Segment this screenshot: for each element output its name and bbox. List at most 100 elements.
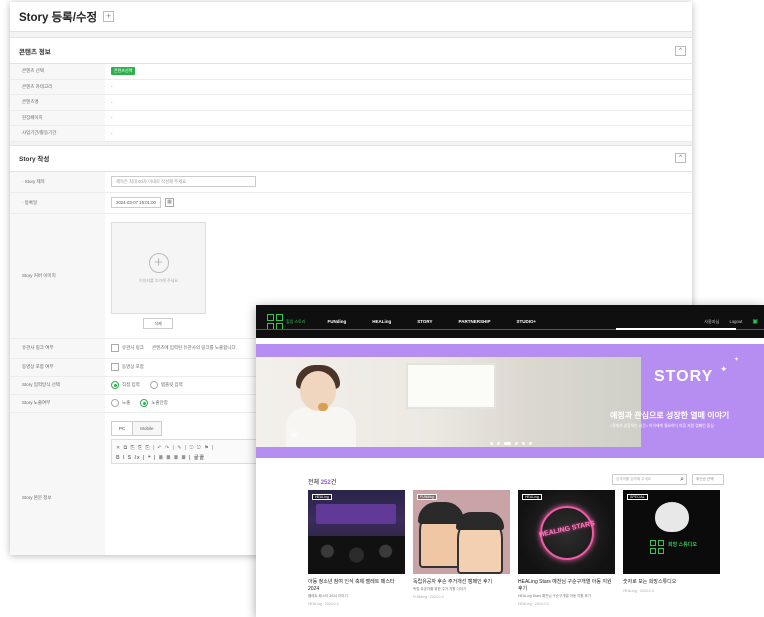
row-label: 동영상 포함 여부: [10, 358, 105, 376]
radio-label: 노출안함: [151, 400, 168, 405]
count-suffix: 건: [330, 480, 337, 486]
card-meta: HEALing · 2024.0.3: [623, 589, 654, 593]
story-card[interactable]: 희망 스튜디오 SPECIAL 숫자로 보는 희망스튜디오 HEALing · …: [623, 490, 720, 606]
window-decoration: [406, 363, 496, 409]
heart-icon: [655, 502, 689, 532]
user-name[interactable]: 사용자님: [704, 319, 719, 325]
menu-studio[interactable]: STUDIO+: [516, 319, 536, 324]
row-value: -: [111, 99, 113, 105]
card-subtitle: 독립 유공자를 위한 주거 지원 이야기: [413, 587, 467, 591]
menu-partnership[interactable]: PARTNERSHIP: [459, 319, 491, 324]
menu-funding[interactable]: FUNding: [328, 319, 347, 324]
nav-user-area: 사용자님 Logout ▣: [694, 318, 758, 326]
toolbar-row: B I S Ix | ❝ | ≣ ≣ ≣ ≣ | 굴꼴: [116, 454, 206, 461]
card-subtitle: 헬레트 페스타 2024 이야기: [308, 594, 348, 598]
top-nav: 힐링 스토리 FUNding HEALing STORY PARTNERSHIP…: [256, 305, 764, 338]
row-label: Story 커버 이미지: [10, 213, 105, 338]
logo-text: 힐링 스토리: [286, 318, 306, 324]
story-card[interactable]: FUNding 독립유공자 후손 주거개선 캠페인 후기 독립 유공자를 위한 …: [413, 490, 510, 606]
add-button[interactable]: +: [103, 11, 115, 22]
row-value: -: [111, 84, 113, 90]
brand-mini-icon[interactable]: ▣: [752, 318, 758, 325]
logo-icon[interactable]: [267, 313, 283, 330]
radio-label: 템플릿 입력: [160, 382, 183, 387]
carousel-dots[interactable]: [488, 442, 534, 445]
form-row: 콘텐츠명 -: [10, 95, 692, 111]
sparkle-icon: ✳: [289, 428, 300, 442]
card-meta: FUNding · 2024.0.3: [413, 595, 444, 599]
search-icon[interactable]: ⌕: [680, 476, 684, 484]
story-card[interactable]: HEALing 아동 청소년 참여 인식 축제 멜레트 페스타 2024 헬레트…: [308, 490, 405, 606]
upload-hint: 이미지를 추가해 주세요: [138, 277, 179, 283]
count-prefix: 전체: [308, 480, 321, 486]
content-select-button[interactable]: 콘텐츠선택: [111, 67, 136, 76]
story-section-header: Story 작성 ^: [10, 146, 692, 172]
card-thumbnail: 희망 스튜디오 SPECIAL: [623, 490, 720, 574]
logout-link[interactable]: Logout: [730, 319, 743, 324]
editor-toolbar[interactable]: ✕ ⧉ ⎘ ⎘ ⎘ | ↶ ↷ | ✎ | ⎋ ⎋ ⚑ | B I S Ix |…: [111, 438, 261, 464]
row-label: · Story 제목: [10, 171, 105, 192]
date-input[interactable]: 2024-03-07 16:01:00: [111, 197, 161, 208]
radio-direct-input[interactable]: [111, 381, 119, 389]
form-row: 콘텐츠 선택 콘텐츠선택: [10, 64, 692, 80]
form-row: 현장페이지 -: [10, 110, 692, 126]
radio-label: 노출: [122, 400, 131, 405]
row-label: 현장페이지: [10, 110, 105, 125]
cookie: [318, 403, 328, 411]
collapse-button[interactable]: ^: [675, 153, 686, 163]
banner-subtitle: 애정과 관심으로 성장한 열매 이야기: [610, 411, 730, 420]
card-title: 독립유공자 후손 주거개선 캠페인 후기: [413, 579, 493, 585]
search-input[interactable]: 검색어를 입력해 주세요 ⌕: [612, 474, 687, 485]
radio-no-expose[interactable]: [140, 399, 149, 407]
sparkle-icon: ✦: [720, 364, 728, 374]
related-note: 콘텐츠에 입력된 유관사의 링크를 노출합니다.: [151, 345, 237, 350]
row-label: 유관사 링크 여부: [10, 338, 105, 358]
menu-healing[interactable]: HEALing: [372, 319, 391, 324]
card-badge: SPECIAL: [627, 494, 648, 500]
row-label: Story 본문 정보: [10, 412, 105, 555]
video-checkbox[interactable]: [111, 363, 119, 371]
card-title: 숫자로 보는 희망스튜디오: [623, 579, 677, 585]
toolbar-row: ✕ ⧉ ⎘ ⎘ ⎘ | ↶ ↷ | ✎ | ⎋ ⎋ ⚑ |: [116, 444, 215, 451]
sort-select[interactable]: 최신순 선택: [692, 474, 724, 485]
form-row: 콘텐츠 카테고리 -: [10, 79, 692, 95]
card-title: 아동 청소년 참여 인식 축제 멜레트 페스타 2024: [308, 579, 395, 592]
card-meta: HEALing · 2024.0.3: [308, 602, 339, 606]
row-label: Story 노출여부: [10, 394, 105, 412]
hero-banner[interactable]: ✳ STORY ✦ ✦ 애정과 관심으로 성장한 열매 이야기 <열매가 성장하…: [256, 344, 764, 458]
row-label: · 등록일: [10, 192, 105, 213]
form-row: · Story 제목 제목은 최대 60자 이내로 작성해 주세요.: [10, 171, 692, 193]
page-title: Story 등록/수정: [19, 11, 98, 24]
radio-expose[interactable]: [111, 399, 119, 407]
tab-pc[interactable]: PC: [111, 420, 134, 436]
radio-template-input[interactable]: [149, 381, 158, 389]
story-card[interactable]: HEALING STARS HEALing HEALing Stars 예천님 …: [518, 490, 615, 606]
sparkle-icon: ✦: [734, 357, 740, 363]
banner-title: STORY: [654, 368, 714, 385]
story-title-input[interactable]: 제목은 최대 60자 이내로 작성해 주세요.: [111, 176, 256, 187]
checkbox-label: 유관사 링크: [122, 345, 144, 350]
banner-description: <열매가 성장하는 시간> 아이에게 필요하다 마음 지원 캠페인 중심: [610, 424, 714, 428]
delete-button[interactable]: 삭제: [143, 318, 173, 329]
tab-mobile[interactable]: Mobile: [133, 420, 162, 436]
card-thumbnail: HEALing: [308, 490, 405, 574]
cover-image-upload[interactable]: + 이미지를 추가해 주세요: [111, 222, 206, 314]
main-menu: FUNding HEALing STORY PARTNERSHIP STUDIO…: [328, 319, 563, 324]
row-value: -: [111, 115, 113, 121]
nav-highlight: [616, 328, 736, 330]
form-row: 사업기간/활동기간 -: [10, 126, 692, 142]
card-art-text: 희망 스튜디오: [668, 542, 697, 548]
card-meta: HEALing · 2024.0.3: [518, 602, 549, 606]
card-badge: HEALing: [522, 494, 542, 500]
hero-photo: [256, 357, 641, 447]
list-count: 전체 252건: [308, 477, 336, 486]
collapse-button[interactable]: ^: [675, 45, 686, 56]
calendar-icon[interactable]: ▦: [165, 198, 174, 207]
card-thumbnail: FUNding: [413, 490, 510, 574]
row-value: -: [111, 130, 113, 136]
row-label: 콘텐츠 카테고리: [10, 79, 105, 94]
related-link-checkbox[interactable]: [111, 344, 119, 352]
menu-story[interactable]: STORY: [417, 319, 432, 324]
card-badge: FUNding: [417, 494, 437, 500]
story-section-label: Story 작성: [19, 156, 50, 163]
